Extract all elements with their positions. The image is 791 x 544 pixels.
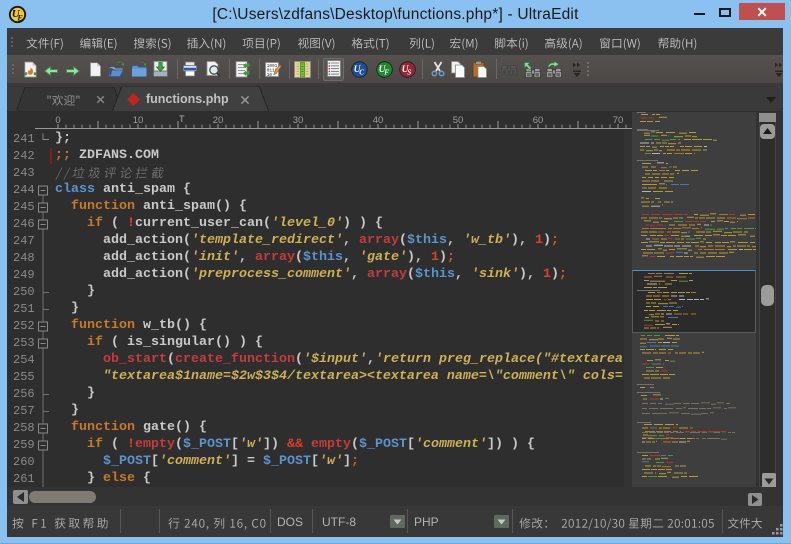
svg-text:F: F [384, 69, 389, 77]
svg-text:10: 10 [267, 73, 273, 78]
svg-text:S: S [407, 69, 411, 77]
svg-text:C: C [359, 69, 364, 77]
svg-text:T: T [179, 114, 185, 124]
